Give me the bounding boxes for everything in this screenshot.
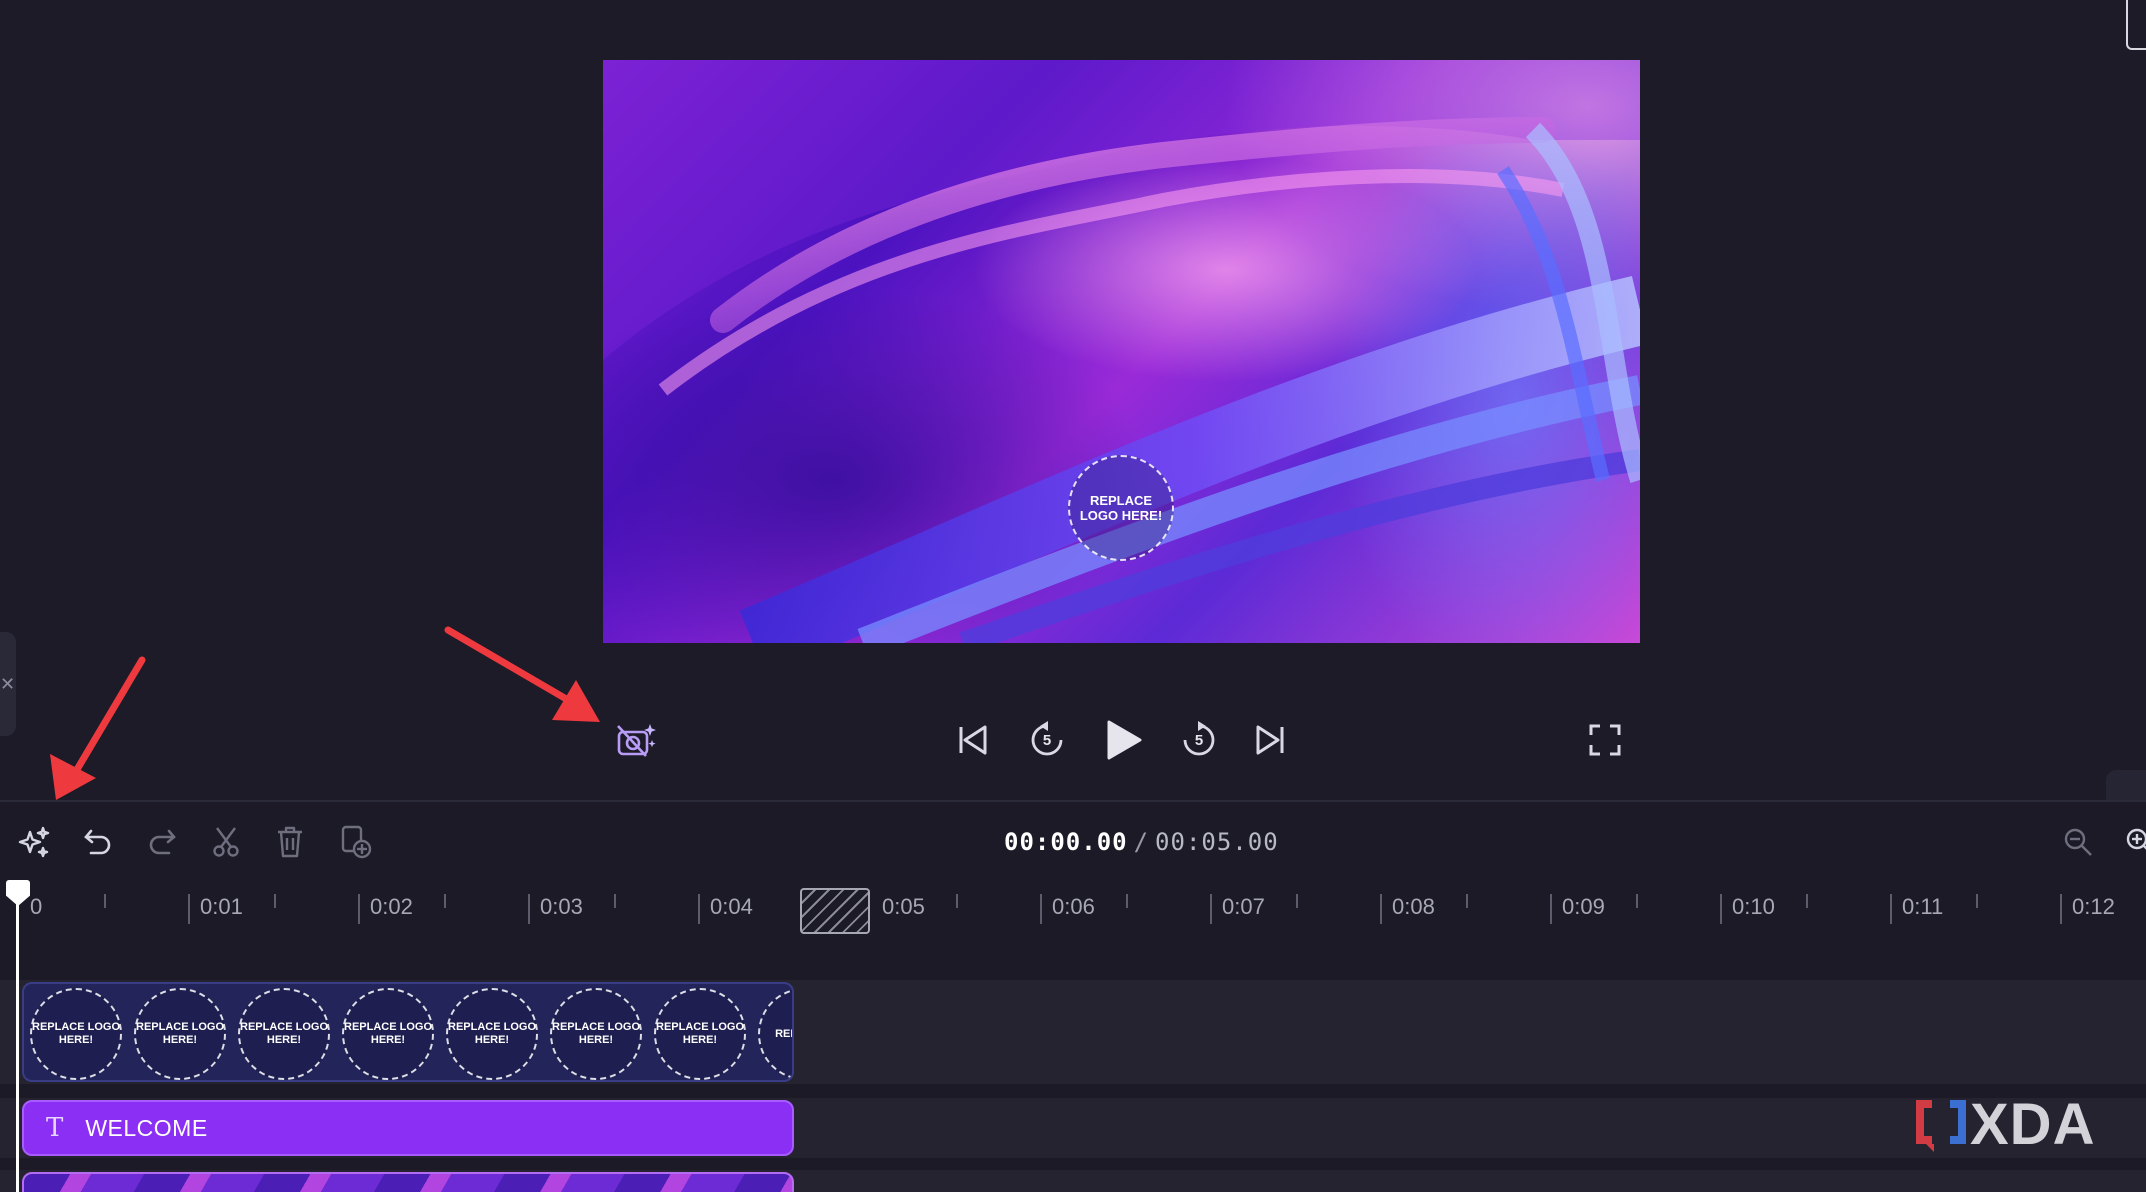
delete-icon[interactable] [272, 824, 308, 860]
tick-major [1040, 894, 1042, 924]
time-separator: / [1133, 828, 1150, 856]
tick-label: 0:04 [710, 894, 753, 919]
playhead-line[interactable] [16, 882, 19, 1192]
undo-icon[interactable] [80, 824, 116, 860]
zoom-in-icon[interactable] [2122, 824, 2146, 860]
tick-minor [1976, 894, 1978, 908]
timeline-ruler[interactable]: 0 0:01 0:02 0:03 0:04 0:05 0:06 0:07 0:0… [0, 882, 2146, 942]
logo-thumbnail: REPLACE LOGO HERE! [550, 988, 642, 1080]
logo-thumbnail: REPLACE LOGO HERE! [342, 988, 434, 1080]
close-icon: ✕ [0, 674, 16, 694]
xda-logo-icon [1916, 1100, 1966, 1152]
collapse-side-panel-tab[interactable]: ✕ [0, 632, 16, 736]
logo-thumbnail: REPLACE LOGO HERE! [654, 988, 746, 1080]
xda-watermark: XDA [1912, 1092, 2095, 1157]
tick-minor [104, 894, 106, 908]
tick-major [2060, 894, 2062, 924]
tick-minor [1806, 894, 1808, 908]
zoom-out-icon[interactable] [2060, 824, 2096, 860]
tick-major [358, 894, 360, 924]
panel-corner [2106, 770, 2146, 800]
logo-clip[interactable]: REPLACE LOGO HERE! REPLACE LOGO HERE! RE… [22, 982, 794, 1082]
tick-label: 0:12 [2072, 894, 2115, 919]
magic-edit-icon[interactable] [16, 824, 52, 860]
video-preview-canvas[interactable]: REPLACE LOGO HERE! [603, 60, 1640, 643]
rewind-5-icon[interactable]: 5 [1025, 718, 1069, 762]
tick-major [1380, 894, 1382, 924]
tick-label: 0:09 [1562, 894, 1605, 919]
skip-to-end-icon[interactable] [1250, 720, 1290, 760]
tick-major [1720, 894, 1722, 924]
tick-minor [1466, 894, 1468, 908]
tick-minor [614, 894, 616, 908]
tick-label: 0:02 [370, 894, 413, 919]
rewind-seconds: 5 [1042, 732, 1052, 749]
cut-icon[interactable] [208, 824, 244, 860]
duplicate-icon[interactable] [338, 824, 374, 860]
logo-thumbnail: REPLACE LOGO HERE! [446, 988, 538, 1080]
tick-major [1890, 894, 1892, 924]
timecode-display: 00:00.00/00:05.00 [1004, 828, 1279, 856]
logo-thumbnail: REPLACE LOGO HERE! [30, 988, 122, 1080]
tick-minor [444, 894, 446, 908]
tick-minor [956, 894, 958, 908]
forward-5-icon[interactable]: 5 [1177, 718, 1221, 762]
tick-major [188, 894, 190, 924]
video-end-marker[interactable] [800, 888, 870, 934]
total-duration: 00:05.00 [1155, 828, 1279, 856]
tick-label: 0:08 [1392, 894, 1435, 919]
logo-thumbnail: REPLACE LOGO HERE! [134, 988, 226, 1080]
redo-icon[interactable] [144, 824, 180, 860]
logo-placeholder[interactable]: REPLACE LOGO HERE! [1068, 455, 1174, 561]
tick-minor [1296, 894, 1298, 908]
tick-minor [1126, 894, 1128, 908]
watermark-brand: XDA [1970, 1091, 2096, 1157]
tick-label: 0:07 [1222, 894, 1265, 919]
tick-label: 0:03 [540, 894, 583, 919]
video-clip[interactable] [22, 1172, 794, 1192]
forward-seconds: 5 [1194, 732, 1204, 749]
tick-minor [1636, 894, 1638, 908]
tick-label: 0:06 [1052, 894, 1095, 919]
text-clip-label: WELCOME [85, 1114, 208, 1141]
camera-sparkle-icon[interactable] [614, 718, 660, 762]
text-icon: T [46, 1113, 64, 1143]
tick-minor [274, 894, 276, 908]
tick-label: 0:10 [1732, 894, 1775, 919]
logo-thumbnail-partial: REP LOGO [758, 988, 792, 1080]
tick-label: 0 [30, 894, 43, 919]
tick-major [698, 894, 700, 924]
timeline-toolbar: 00:00.00/00:05.00 [0, 802, 2146, 882]
fullscreen-icon[interactable] [1587, 722, 1623, 758]
video-editor-app: ✕ REPLACE LOGO HERE! 5 5 00:00.00 / 00:0… [0, 0, 2146, 1192]
tick-label: 0:01 [200, 894, 243, 919]
tick-label: 0:11 [1902, 894, 1944, 919]
skip-to-start-icon[interactable] [953, 720, 993, 760]
panel-resize-handle[interactable] [2126, 0, 2146, 50]
tick-major [1550, 894, 1552, 924]
current-time: 00:00.00 [1004, 828, 1128, 856]
tick-major [1210, 894, 1212, 924]
text-clip-welcome[interactable]: T WELCOME [22, 1100, 794, 1156]
preview-panel: ✕ REPLACE LOGO HERE! 5 5 [0, 0, 2146, 800]
tick-major [528, 894, 530, 924]
tick-label: 0:05 [882, 894, 925, 919]
play-icon[interactable] [1101, 716, 1145, 764]
logo-thumbnail: REPLACE LOGO HERE! [238, 988, 330, 1080]
